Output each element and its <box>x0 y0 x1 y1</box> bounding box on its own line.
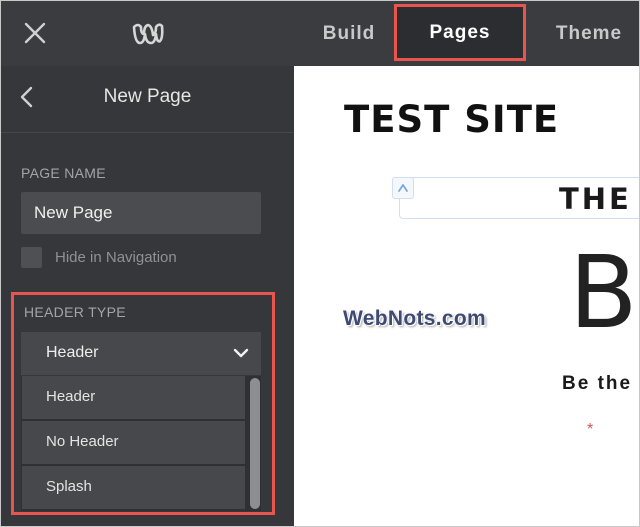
tab-pages[interactable]: Pages <box>397 7 523 58</box>
header-big-text[interactable]: B <box>569 234 638 351</box>
weebly-logo-icon[interactable] <box>131 20 165 48</box>
hide-navigation-checkbox[interactable] <box>21 247 42 268</box>
tab-build[interactable]: Build <box>301 1 397 66</box>
header-type-dropdown: Header No Header Splash <box>21 376 261 511</box>
option-label: No Header <box>46 433 119 450</box>
chevron-down-icon <box>233 346 249 360</box>
page-settings-sidebar: New Page PAGE NAME Hide in Navigation HE… <box>1 66 294 526</box>
page-name-input[interactable] <box>21 192 261 234</box>
option-label: Header <box>46 388 96 405</box>
watermark-text: WebNots.com <box>343 307 486 330</box>
required-asterisk: * <box>587 421 594 438</box>
close-icon[interactable] <box>23 21 47 45</box>
sidebar-header: New Page <box>1 66 294 133</box>
header-type-label: HEADER TYPE <box>24 304 126 320</box>
tab-theme[interactable]: Theme <box>539 1 639 66</box>
page-name-label: PAGE NAME <box>21 165 106 181</box>
header-type-section: HEADER TYPE Header Header No Header Spla… <box>11 292 275 515</box>
header-type-option-no-header[interactable]: No Header <box>22 421 245 466</box>
hide-navigation-label: Hide in Navigation <box>55 249 177 266</box>
header-type-option-header[interactable]: Header <box>22 376 245 421</box>
dropdown-scrollbar[interactable] <box>250 378 260 509</box>
app-window: Build Pages Theme New Page PAGE NAME Hid… <box>0 0 640 527</box>
sidebar-title: New Page <box>103 86 192 107</box>
header-type-option-splash[interactable]: Splash <box>22 466 245 511</box>
header-type-select[interactable]: Header <box>21 332 261 375</box>
header-type-selected-value: Header <box>46 344 99 361</box>
header-tagline[interactable]: Be the <box>562 373 632 395</box>
top-bar: Build Pages Theme <box>1 1 639 66</box>
site-preview[interactable]: TEST SITE THE B Be the * <box>294 66 639 526</box>
header-headline[interactable]: THE <box>559 182 632 216</box>
option-label: Splash <box>46 478 92 495</box>
drag-handle-icon[interactable] <box>392 177 414 199</box>
site-title[interactable]: TEST SITE <box>344 98 559 141</box>
